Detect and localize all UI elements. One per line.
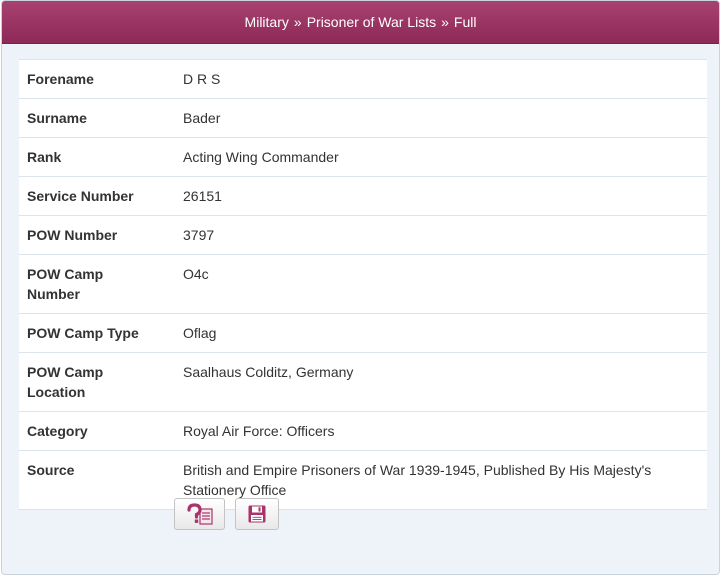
floppy-disk-icon [248,505,266,523]
table-row: POW Camp Location Saalhaus Colditz, Germ… [19,352,707,412]
breadcrumb-header: Military » Prisoner of War Lists » Full [2,1,719,44]
field-value: O4c [167,254,707,314]
table-row: POW Camp Type Oflag [19,313,707,353]
field-label: Forename [19,59,167,99]
breadcrumb-pow-lists[interactable]: Prisoner of War Lists [307,14,436,30]
field-value: Royal Air Force: Officers [167,411,707,451]
action-buttons [174,498,279,530]
field-value: Acting Wing Commander [167,137,707,177]
field-label: Source [19,450,167,510]
field-label: Surname [19,98,167,138]
field-value: 26151 [167,176,707,216]
field-value: D R S [167,59,707,99]
breadcrumb-full: Full [453,14,477,30]
record-card: Forename D R S Surname Bader Rank Acting… [19,59,707,510]
field-value: Saalhaus Colditz, Germany [167,352,707,412]
query-record-button[interactable] [174,498,225,530]
field-value: Oflag [167,313,707,353]
table-row: POW Number 3797 [19,215,707,255]
breadcrumb-separator: » [441,14,449,30]
breadcrumb-military[interactable]: Military [245,14,289,30]
breadcrumb-separator: » [293,14,302,30]
field-label: POW Camp Number [19,254,167,314]
table-row: Service Number 26151 [19,176,707,216]
field-value: 3797 [167,215,707,255]
record-panel: Military » Prisoner of War Lists » Full … [1,0,720,575]
field-value: Bader [167,98,707,138]
field-label: POW Camp Type [19,313,167,353]
table-row: Surname Bader [19,98,707,138]
field-label: Service Number [19,176,167,216]
table-row: Source British and Empire Prisoners of W… [19,450,707,510]
table-row: Rank Acting Wing Commander [19,137,707,177]
question-document-icon [186,503,213,525]
field-label: POW Number [19,215,167,255]
field-label: POW Camp Location [19,352,167,412]
table-row: POW Camp Number O4c [19,254,707,314]
table-row: Category Royal Air Force: Officers [19,411,707,451]
save-record-button[interactable] [235,498,279,530]
record-table: Forename D R S Surname Bader Rank Acting… [19,59,707,510]
field-label: Rank [19,137,167,177]
table-row: Forename D R S [19,59,707,99]
field-label: Category [19,411,167,451]
